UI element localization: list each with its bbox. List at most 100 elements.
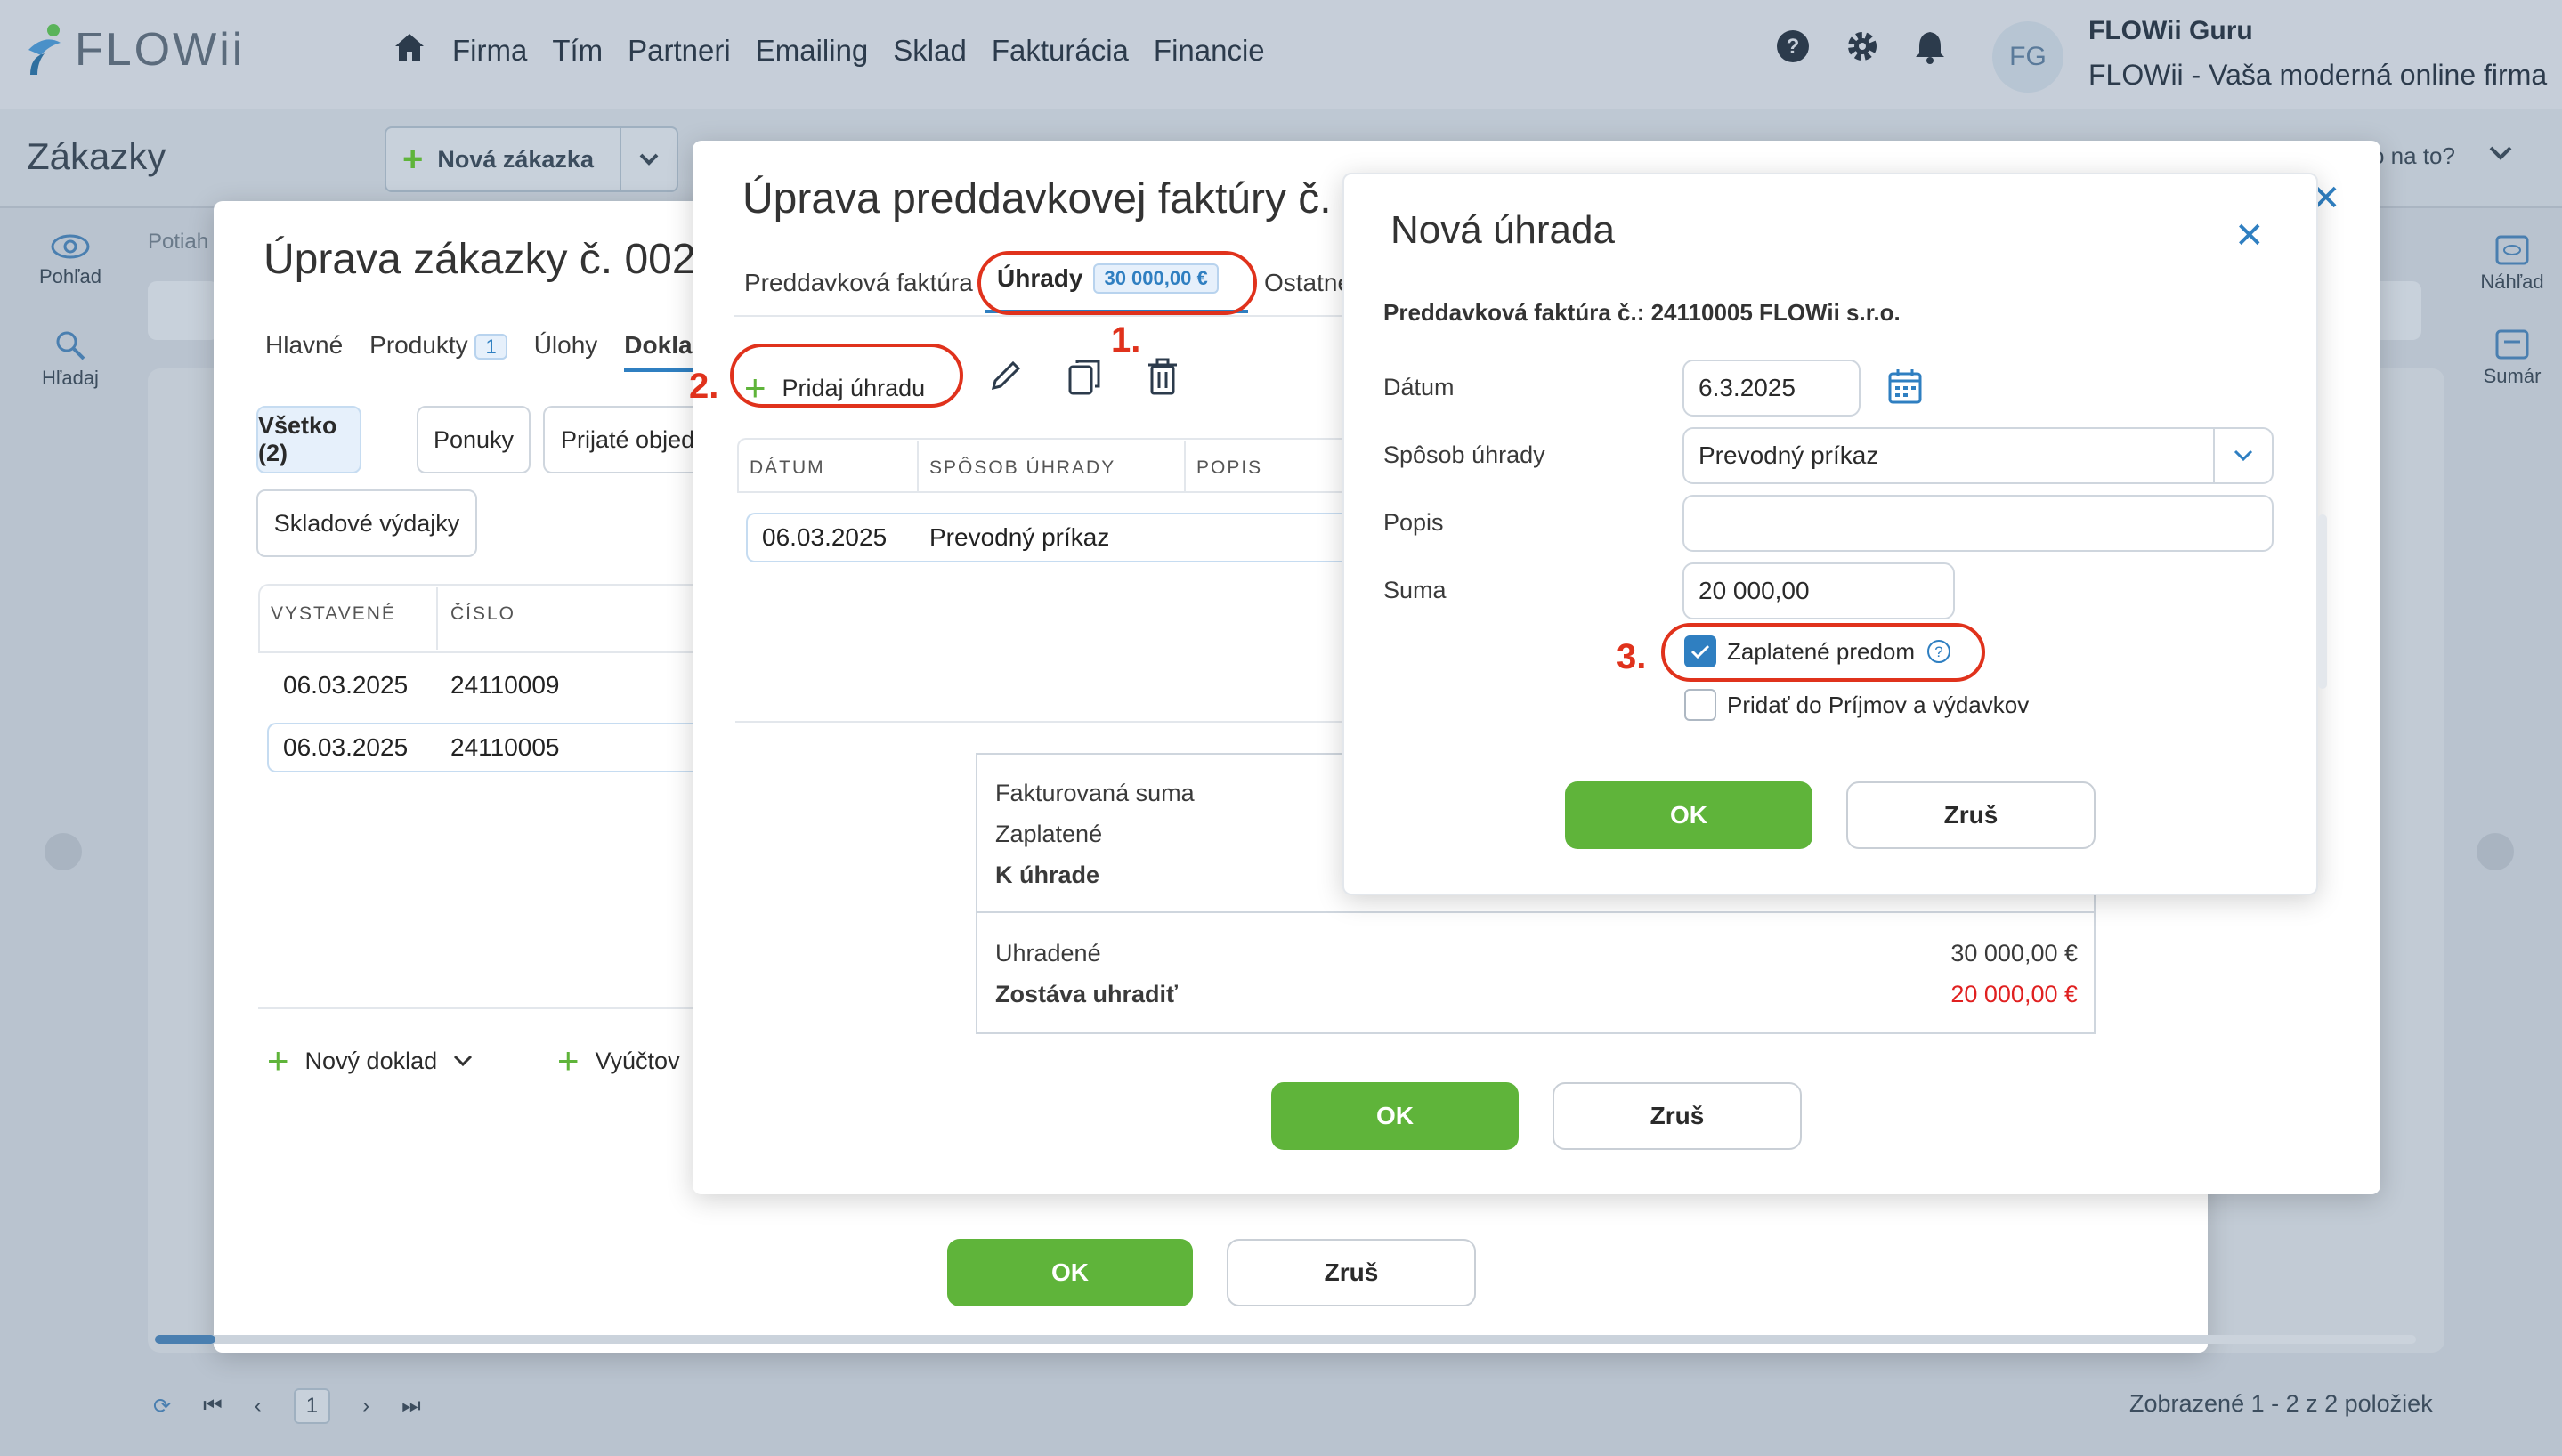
new-payment-subtitle: Preddavková faktúra č.: 24110005 FLOWii … [1383, 299, 1901, 326]
prev-arrow-icon[interactable] [45, 833, 82, 870]
copy-icon[interactable] [1066, 358, 1102, 401]
last-page-icon[interactable]: ⏭ [401, 1394, 421, 1419]
order-row-2-date[interactable]: 06.03.2025 [283, 733, 408, 762]
annotation-step-2: 2. [689, 367, 719, 406]
filter-received-orders[interactable]: Prijaté objed [543, 406, 694, 473]
svg-text:?: ? [1787, 35, 1800, 59]
sum-icon [2495, 329, 2529, 360]
income-checkbox[interactable] [1684, 689, 1716, 721]
annotation-step-1: 1. [1111, 320, 1141, 360]
new-doc-button[interactable]: + Nový doklad [267, 1039, 473, 1082]
view-tool[interactable]: Pohľad [32, 233, 109, 288]
invoice-ok-button[interactable]: OK [1271, 1082, 1519, 1150]
divider [258, 1007, 694, 1009]
filter-stock-issues[interactable]: Skladové výdajky [256, 489, 477, 557]
payment-row-method[interactable]: Prevodný príkaz [929, 523, 1109, 552]
bg-scrollbar[interactable] [155, 1335, 2416, 1344]
sum-tool[interactable]: Sumár [2469, 329, 2555, 388]
scrollbar[interactable] [2318, 514, 2327, 689]
summary-due: K úhrade [995, 861, 1100, 888]
filter-all[interactable]: Všetko (2) [256, 406, 361, 473]
order-row-1-date[interactable]: 06.03.2025 [283, 671, 408, 700]
close-icon[interactable]: ✕ [2234, 215, 2265, 256]
method-value: Prevodný príkaz [1699, 441, 1879, 469]
prev-page-icon[interactable]: ‹ [255, 1394, 262, 1419]
col-number: ČÍSLO [450, 603, 516, 624]
nav-firma[interactable]: Firma [452, 34, 527, 68]
next-page-icon[interactable]: › [362, 1394, 369, 1419]
summary-invoiced: Fakturovaná suma [995, 780, 1195, 806]
user-avatar[interactable]: FG [1992, 21, 2063, 93]
new-doc-label: Nový doklad [304, 1047, 438, 1074]
col-description: POPIS [1196, 457, 1263, 478]
tab-products[interactable]: Produkty 1 [369, 331, 507, 372]
tab-other[interactable]: Ostatné [1264, 269, 1344, 297]
tab-main[interactable]: Hlavné [265, 331, 343, 372]
next-arrow-icon[interactable] [2477, 833, 2514, 870]
payment-row-date[interactable]: 06.03.2025 [762, 523, 887, 552]
annotation-step-3: 3. [1617, 637, 1647, 676]
preview-tool[interactable]: Náhľad [2469, 235, 2555, 294]
page-title: Zákazky [27, 135, 166, 177]
filter-offers[interactable]: Ponuky [417, 406, 531, 473]
eye-icon [51, 234, 90, 259]
order-cancel-button[interactable]: Zruš [1227, 1239, 1476, 1306]
date-field[interactable]: 6.3.2025 [1682, 360, 1861, 417]
chevron-down-icon[interactable] [2489, 146, 2512, 165]
page-number[interactable]: 1 [293, 1388, 331, 1424]
income-checkbox-row[interactable]: Pridať do Príjmov a výdavkov [1684, 689, 2029, 721]
method-select[interactable]: Prevodný príkaz [1682, 427, 2274, 484]
help-icon[interactable]: ? [1775, 28, 1811, 64]
invoice-cancel-button[interactable]: Zruš [1553, 1082, 1802, 1150]
first-page-icon[interactable]: ⏮ [203, 1394, 223, 1419]
description-field[interactable] [1682, 495, 2274, 552]
order-dialog-title: Úprava zákazky č. 002 [263, 236, 696, 283]
income-label: Pridať do Príjmov a výdavkov [1727, 691, 2030, 718]
edit-pencil-icon[interactable] [988, 358, 1024, 398]
flowii-logo[interactable]: FLOWii [25, 23, 245, 77]
calendar-icon[interactable] [1887, 367, 1923, 410]
user-company: FLOWii - Vaša moderná online firma [2088, 59, 2548, 91]
order-tabs: Hlavné Produkty 1 Úlohy Dokla [265, 331, 693, 372]
nav-financie[interactable]: Financie [1154, 34, 1265, 68]
home-icon[interactable] [393, 32, 426, 67]
order-row-2-number[interactable]: 24110005 [450, 733, 560, 762]
new-payment-title: Nová úhrada [1390, 208, 1615, 252]
annotation-oval-2 [730, 344, 963, 408]
nav-tim[interactable]: Tím [552, 34, 603, 68]
summary-remaining-label: Zostáva uhradiť [995, 981, 1178, 1007]
bell-icon[interactable] [1914, 28, 1946, 64]
summary-paid: Zaplatené [995, 821, 1103, 847]
nav-partneri[interactable]: Partneri [628, 34, 731, 68]
chevron-down-icon[interactable] [620, 128, 677, 190]
nav-sklad[interactable]: Sklad [893, 34, 967, 68]
nav-emailing[interactable]: Emailing [756, 34, 869, 68]
nav-fakturacia[interactable]: Fakturácia [992, 34, 1129, 68]
user-name: FLOWii Guru [2088, 16, 2253, 45]
order-ok-button[interactable]: OK [947, 1239, 1193, 1306]
gear-icon[interactable] [1844, 28, 1880, 64]
top-icons: ? [1775, 28, 1946, 64]
bg-scrollbar-thumb[interactable] [155, 1335, 215, 1344]
chevron-down-icon[interactable] [2213, 429, 2272, 482]
trash-icon[interactable] [1147, 358, 1179, 400]
search-tool[interactable]: Hľadaj [32, 329, 109, 390]
payment-cancel-button[interactable]: Zruš [1846, 781, 2096, 849]
col-date: DÁTUM [750, 457, 825, 478]
bg-grid-header [148, 281, 219, 340]
new-order-button[interactable]: + Nová zákazka [385, 126, 678, 192]
order-row-1-number[interactable]: 24110009 [450, 671, 560, 700]
help-link[interactable]: o na to? [2371, 142, 2455, 170]
sum-label: Suma [1383, 577, 1447, 603]
pager-summary: Zobrazené 1 - 2 z 2 položiek [2129, 1390, 2433, 1417]
payment-ok-button[interactable]: OK [1565, 781, 1812, 849]
summary-paid-label: Uhradené [995, 940, 1101, 967]
billing-button[interactable]: + Vyúčtov [557, 1039, 680, 1082]
tab-documents[interactable]: Dokla [624, 331, 693, 372]
tab-tasks[interactable]: Úlohy [534, 331, 598, 372]
tab-invoice[interactable]: Preddavková faktúra [744, 269, 973, 297]
chevron-down-icon [454, 1055, 473, 1067]
col-divider [1184, 441, 1186, 491]
sum-field[interactable]: 20 000,00 [1682, 562, 1955, 619]
refresh-icon[interactable]: ⟳ [153, 1394, 171, 1420]
